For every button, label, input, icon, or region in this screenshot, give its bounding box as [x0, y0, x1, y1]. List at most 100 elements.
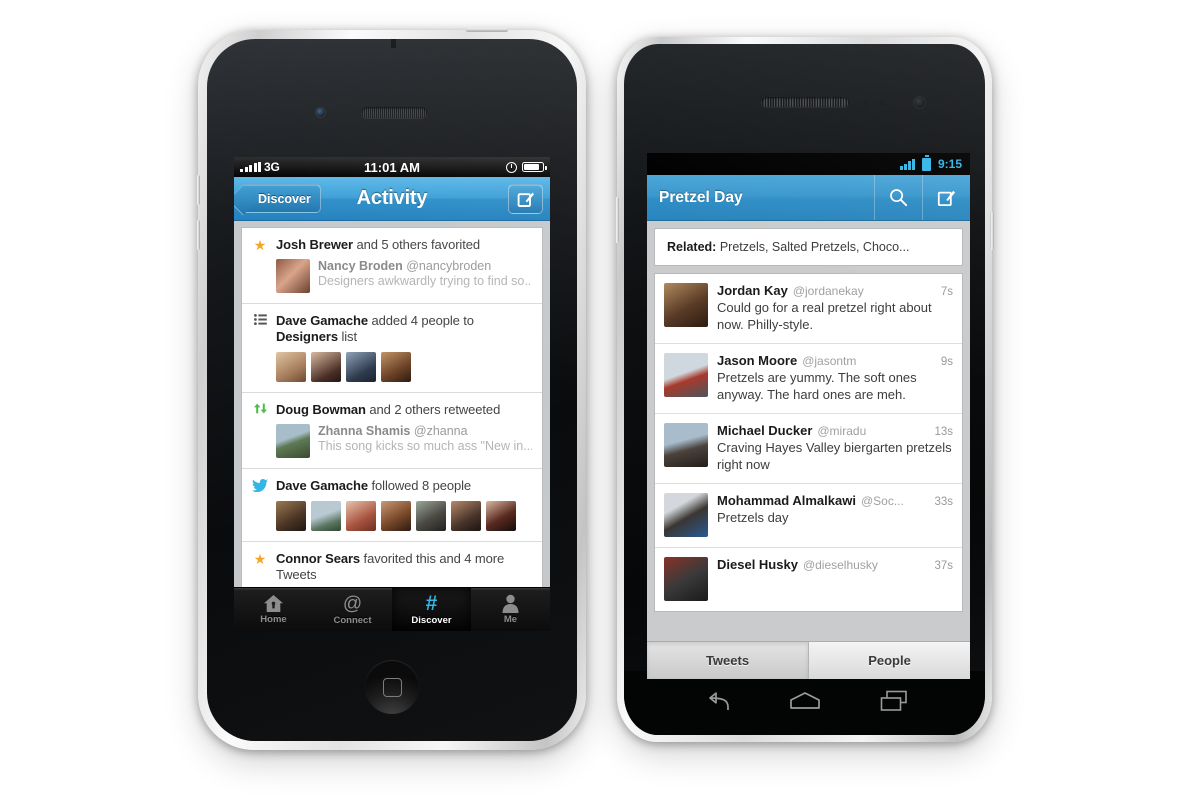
- home-icon: [264, 595, 283, 612]
- activity-action: and 5 others favorited: [352, 237, 480, 252]
- avatar[interactable]: [381, 501, 411, 531]
- android-volume-button[interactable]: [615, 197, 619, 243]
- search-icon: [890, 189, 908, 207]
- avatar: [276, 424, 310, 458]
- nav-back-button[interactable]: [701, 691, 731, 716]
- activity-row[interactable]: Doug Bowman and 2 others retweeted Zhann…: [242, 393, 542, 469]
- android-screen: 9:15 Pretzel Day Related: Pretzels, Salt…: [647, 153, 970, 679]
- avatar[interactable]: [311, 501, 341, 531]
- iphone-volume-down-button[interactable]: [196, 220, 200, 250]
- tab-discover[interactable]: # Discover: [392, 588, 471, 631]
- tweet-handle: @dieselhusky: [802, 558, 878, 572]
- light-sensor-icon: [880, 100, 886, 106]
- compose-button[interactable]: [922, 175, 970, 220]
- tweet-author: Diesel Husky: [717, 557, 798, 572]
- avatar[interactable]: [381, 352, 411, 382]
- status-time: 11:01 AM: [364, 159, 420, 175]
- tweet-row[interactable]: Jordan Kay @jordanekay 7s Could go for a…: [655, 274, 962, 344]
- avatar[interactable]: [451, 501, 481, 531]
- avatar[interactable]: [276, 352, 306, 382]
- activity-row[interactable]: Dave Gamache added 4 people to Designers…: [242, 304, 542, 393]
- tweet-time: 33s: [934, 496, 953, 508]
- related-bar[interactable]: Related: Pretzels, Salted Pretzels, Choc…: [654, 228, 963, 266]
- avatar[interactable]: [311, 352, 341, 382]
- earpiece-speaker-icon: [361, 107, 427, 118]
- nav-recents-button[interactable]: [880, 690, 908, 717]
- avatar[interactable]: [664, 353, 708, 397]
- activity-subtweet[interactable]: Zhanna Shamis @zhanna This song kicks so…: [252, 424, 532, 458]
- avatar[interactable]: [416, 501, 446, 531]
- tab-label: Discover: [411, 615, 452, 626]
- tweet-text: Craving Hayes Valley biergarten pretzels…: [717, 440, 952, 472]
- activity-list-name: Designers: [276, 329, 338, 344]
- tweet-handle: @miradu: [817, 424, 867, 438]
- avatar[interactable]: [346, 501, 376, 531]
- tweet-handle: @Soc...: [860, 494, 904, 508]
- tab-me[interactable]: Me: [471, 588, 550, 631]
- avatar[interactable]: [276, 501, 306, 531]
- avatar-row[interactable]: [252, 501, 532, 531]
- tweet-row[interactable]: Jason Moore @jasontm 9s Pretzels are yum…: [655, 344, 962, 414]
- nav-home-button[interactable]: [789, 691, 821, 716]
- activity-list[interactable]: ★ Josh Brewer and 5 others favorited Nan…: [234, 221, 550, 631]
- home-icon: [790, 691, 821, 709]
- status-right-icons: [506, 161, 547, 173]
- iphone-body: 3G 11:01 AM Discover Activity ★ Josh Bre…: [207, 39, 577, 741]
- tweet-row[interactable]: Mohammad Almalkawi @Soc... 33s Pretzels …: [655, 484, 962, 548]
- star-icon: ★: [253, 551, 267, 567]
- hashtag-icon: #: [426, 593, 438, 614]
- tab-home[interactable]: Home: [234, 588, 313, 631]
- avatar[interactable]: [664, 423, 708, 467]
- compose-button[interactable]: [508, 183, 543, 214]
- tweet-text: Pretzels are yummy. The soft ones anyway…: [717, 370, 917, 402]
- tab-tweets[interactable]: Tweets: [647, 642, 809, 679]
- tab-connect[interactable]: @ Connect: [313, 588, 392, 631]
- tweet-row[interactable]: Diesel Husky @dieselhusky 37s: [655, 548, 962, 611]
- retweet-icon: [252, 402, 268, 414]
- tweet-row[interactable]: Michael Ducker @miradu 13s Craving Hayes…: [655, 414, 962, 484]
- iphone-tab-bar: Home @ Connect # Discover Me: [234, 587, 550, 631]
- recents-icon: [880, 690, 907, 711]
- iphone-status-bar: 3G 11:01 AM: [234, 157, 550, 177]
- tweet-author: Michael Ducker: [717, 423, 813, 438]
- tab-label: Home: [260, 614, 287, 625]
- iphone-nav-bar: Discover Activity: [234, 177, 550, 221]
- signal-bars-icon: [900, 158, 915, 170]
- earpiece-speaker-icon: [761, 97, 849, 107]
- avatar-row[interactable]: [252, 352, 532, 382]
- activity-subtweet[interactable]: Nancy Broden @nancybroden Designers awkw…: [252, 259, 532, 293]
- activity-actor: Josh Brewer: [276, 237, 353, 252]
- iphone-volume-up-button[interactable]: [196, 175, 200, 205]
- subtweet-name: Zhanna Shamis: [318, 424, 411, 438]
- avatar[interactable]: [664, 557, 708, 601]
- tab-label: Tweets: [705, 653, 750, 668]
- tab-label: Me: [503, 614, 518, 625]
- iphone-screen: 3G 11:01 AM Discover Activity ★ Josh Bre…: [234, 157, 550, 631]
- avatar[interactable]: [346, 352, 376, 382]
- avatar[interactable]: [664, 493, 708, 537]
- subtweet-author: Nancy Broden @nancybroden: [318, 259, 532, 274]
- android-status-bar: 9:15: [647, 153, 970, 175]
- search-button[interactable]: [874, 175, 922, 220]
- android-power-button[interactable]: [990, 212, 994, 250]
- activity-row[interactable]: ★ Josh Brewer and 5 others favorited Nan…: [242, 228, 542, 304]
- clock-icon: [506, 161, 517, 173]
- iphone-power-button[interactable]: [466, 28, 508, 32]
- android-tab-bar: Tweets People: [647, 641, 970, 679]
- compose-icon: [937, 190, 956, 206]
- bird-icon: [252, 478, 268, 492]
- subtweet-body: Designers awkwardly trying to find so...: [318, 274, 532, 288]
- activity-row[interactable]: Dave Gamache followed 8 people: [242, 469, 542, 542]
- subtweet-handle: @zhanna: [413, 424, 468, 438]
- home-button-icon[interactable]: [365, 660, 419, 714]
- activity-action-tail: list: [337, 329, 357, 344]
- related-label: Related:: [667, 240, 717, 254]
- activity-headline: Connor Sears favorited this and 4 more T…: [276, 551, 532, 583]
- avatar[interactable]: [486, 501, 516, 531]
- avatar[interactable]: [664, 283, 708, 327]
- tweet-list: Jordan Kay @jordanekay 7s Could go for a…: [654, 273, 963, 612]
- tab-people[interactable]: People: [809, 642, 970, 679]
- android-content[interactable]: Related: Pretzels, Salted Pretzels, Choc…: [647, 221, 970, 679]
- tweet-author: Mohammad Almalkawi: [717, 493, 856, 508]
- subtweet-name: Nancy Broden: [318, 259, 403, 273]
